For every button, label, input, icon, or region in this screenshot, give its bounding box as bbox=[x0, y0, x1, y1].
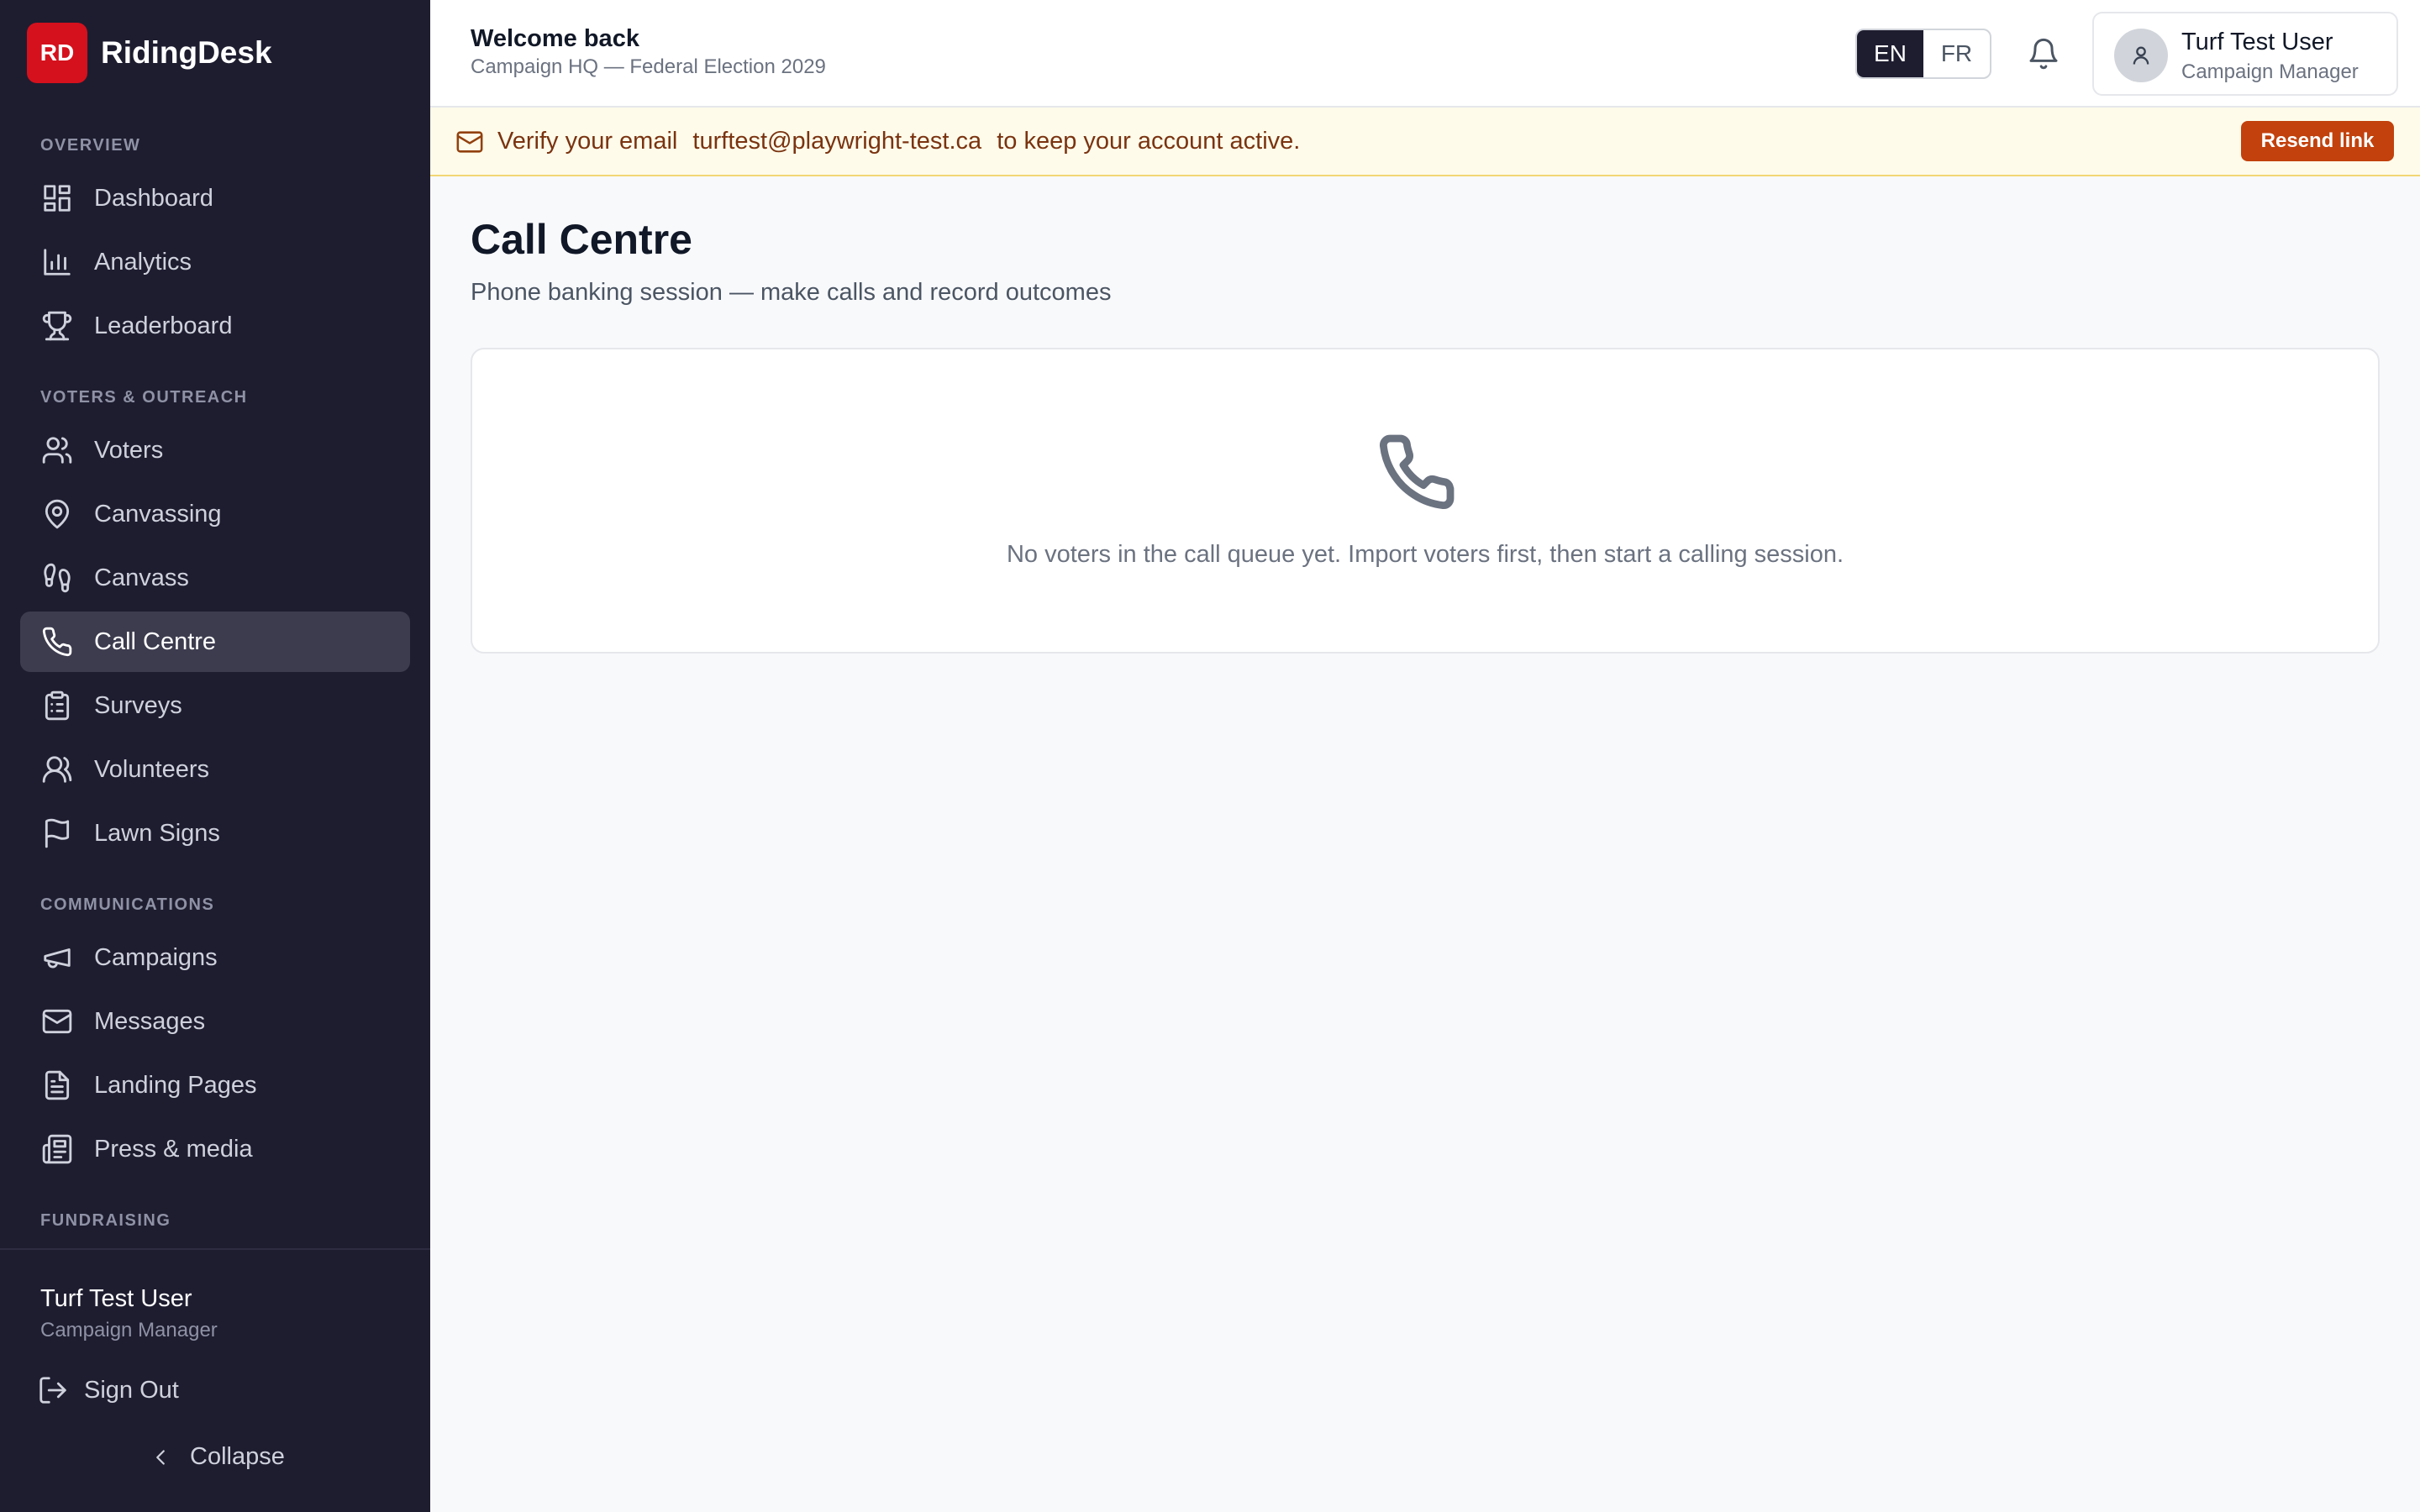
sidebar-item-campaigns[interactable]: Campaigns bbox=[20, 927, 410, 988]
sidebar-item-label: Surveys bbox=[94, 691, 182, 719]
banner-text: Verify your email turftest@playwright-te… bbox=[497, 128, 1308, 155]
bar-chart-icon bbox=[40, 245, 74, 279]
map-pin-icon bbox=[40, 497, 74, 531]
sidebar-item-label: Canvass bbox=[94, 564, 189, 591]
sidebar-item-label: Campaigns bbox=[94, 943, 218, 971]
sidebar-user-name: Turf Test User bbox=[40, 1285, 192, 1312]
phone-icon bbox=[1376, 432, 1457, 512]
user-name: Turf Test User bbox=[2181, 29, 2333, 55]
sidebar-item-label: Voters bbox=[94, 436, 164, 464]
sidebar-item-label: Dashboard bbox=[94, 184, 213, 212]
user-icon bbox=[2133, 46, 2149, 65]
sidebar-item-analytics[interactable]: Analytics bbox=[20, 232, 410, 292]
welcome-title: Welcome back bbox=[471, 25, 639, 52]
lang-fr-button[interactable]: FR bbox=[1923, 30, 1990, 77]
newspaper-icon bbox=[40, 1132, 74, 1166]
top-header: Welcome back Campaign HQ — Federal Elect… bbox=[430, 0, 2420, 108]
users-icon bbox=[40, 433, 74, 467]
sidebar-item-label: Lawn Signs bbox=[94, 819, 220, 847]
brand-logo: RD bbox=[27, 23, 87, 83]
section-label-communications: COMMUNICATIONS bbox=[40, 895, 215, 914]
empty-state-card: No voters in the call queue yet. Import … bbox=[471, 348, 2380, 654]
page-subtitle: Phone banking session — make calls and r… bbox=[471, 279, 1112, 306]
banner-suffix: to keep your account active. bbox=[997, 128, 1301, 155]
sidebar-item-lawn-signs[interactable]: Lawn Signs bbox=[20, 803, 410, 864]
collapse-button[interactable]: Collapse bbox=[148, 1443, 285, 1471]
sidebar-item-canvass[interactable]: Canvass bbox=[20, 548, 410, 608]
sidebar-item-label: Press & media bbox=[94, 1135, 253, 1163]
language-toggle: EN FR bbox=[1855, 29, 1991, 79]
sidebar: RD RidingDesk OVERVIEW Dashboard Analyti… bbox=[0, 0, 430, 1512]
sidebar-item-label: Call Centre bbox=[94, 627, 217, 655]
sidebar-item-label: Leaderboard bbox=[94, 312, 233, 339]
flag-icon bbox=[40, 816, 74, 850]
section-label-fundraising: FUNDRAISING bbox=[40, 1211, 171, 1230]
sidebar-item-voters[interactable]: Voters bbox=[20, 420, 410, 480]
resend-link-button[interactable]: Resend link bbox=[2241, 121, 2394, 161]
sign-out-label: Sign Out bbox=[84, 1376, 179, 1404]
dashboard-icon bbox=[40, 181, 74, 215]
brand[interactable]: RD RidingDesk bbox=[27, 23, 272, 83]
sidebar-item-volunteers[interactable]: Volunteers bbox=[20, 739, 410, 800]
user-role: Campaign Manager bbox=[2181, 60, 2359, 83]
megaphone-icon bbox=[40, 941, 74, 974]
mail-icon bbox=[455, 128, 484, 160]
sidebar-item-label: Canvassing bbox=[94, 500, 222, 528]
footprints-icon bbox=[40, 561, 74, 595]
avatar bbox=[2114, 29, 2168, 82]
sidebar-item-label: Messages bbox=[94, 1007, 206, 1035]
phone-icon bbox=[40, 625, 74, 659]
log-out-icon bbox=[39, 1377, 66, 1404]
sidebar-item-messages[interactable]: Messages bbox=[20, 991, 410, 1052]
page-title: Call Centre bbox=[471, 216, 692, 263]
user-menu[interactable]: Turf Test User Campaign Manager bbox=[2092, 12, 2398, 96]
sidebar-item-call-centre[interactable]: Call Centre bbox=[20, 612, 410, 672]
banner-prefix: Verify your email bbox=[497, 128, 678, 155]
sidebar-divider bbox=[0, 1248, 430, 1250]
section-label-overview: OVERVIEW bbox=[40, 136, 141, 155]
sidebar-item-dashboard[interactable]: Dashboard bbox=[20, 168, 410, 228]
trophy-icon bbox=[40, 309, 74, 343]
sidebar-item-label: Analytics bbox=[94, 248, 192, 276]
sidebar-item-label: Landing Pages bbox=[94, 1071, 257, 1099]
mail-icon bbox=[40, 1005, 74, 1038]
bell-icon bbox=[2029, 38, 2058, 70]
file-text-icon bbox=[40, 1068, 74, 1102]
campaign-name: Campaign HQ — Federal Election 2029 bbox=[471, 55, 826, 78]
user-group-icon bbox=[40, 753, 74, 786]
sidebar-item-surveys[interactable]: Surveys bbox=[20, 675, 410, 736]
verify-email-banner: Verify your email turftest@playwright-te… bbox=[430, 108, 2420, 176]
banner-email: turftest@playwright-test.ca bbox=[692, 128, 982, 155]
sidebar-user-role: Campaign Manager bbox=[40, 1319, 218, 1341]
chevron-left-icon bbox=[156, 1449, 165, 1465]
sidebar-item-press-media[interactable]: Press & media bbox=[20, 1119, 410, 1179]
sidebar-item-landing-pages[interactable]: Landing Pages bbox=[20, 1055, 410, 1116]
clipboard-list-icon bbox=[40, 689, 74, 722]
sidebar-item-leaderboard[interactable]: Leaderboard bbox=[20, 296, 410, 356]
collapse-label: Collapse bbox=[190, 1443, 285, 1470]
lang-en-button[interactable]: EN bbox=[1857, 30, 1923, 77]
sidebar-item-label: Volunteers bbox=[94, 755, 210, 783]
empty-state-message: No voters in the call queue yet. Import … bbox=[1006, 541, 1844, 568]
sign-out-button[interactable]: Sign Out bbox=[37, 1374, 179, 1406]
section-label-voters: VOTERS & OUTREACH bbox=[40, 388, 248, 407]
notifications-button[interactable] bbox=[2023, 34, 2064, 74]
sidebar-item-canvassing[interactable]: Canvassing bbox=[20, 484, 410, 544]
brand-name: RidingDesk bbox=[101, 35, 272, 70]
